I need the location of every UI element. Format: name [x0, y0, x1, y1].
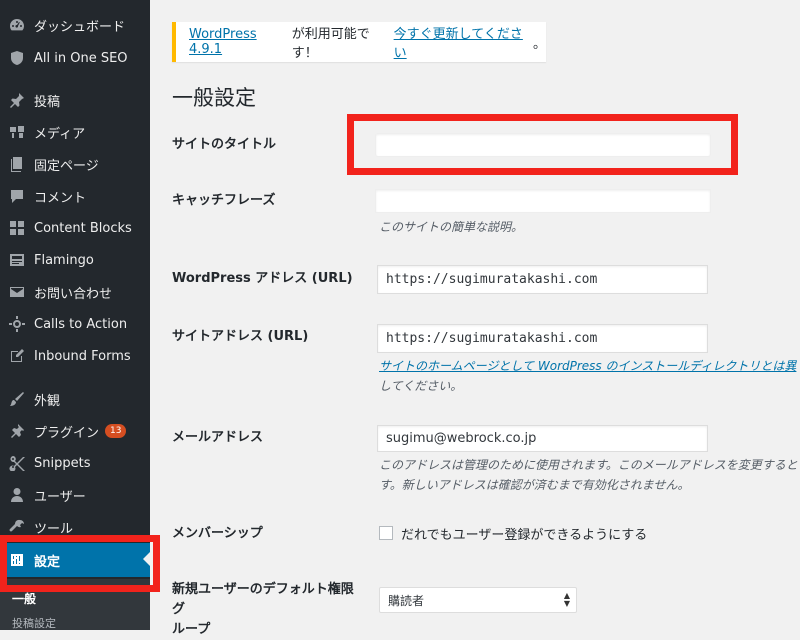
- update-notice: WordPress 4.9.1 が利用可能です！ 今すぐ更新してください 。: [172, 22, 546, 62]
- sidebar-item-label: 外観: [34, 393, 61, 409]
- sidebar-item-label: Calls to Action: [34, 316, 128, 332]
- membership-checkbox[interactable]: [379, 526, 393, 540]
- media-icon: [8, 123, 26, 141]
- tagline-description: このサイトの簡単な説明。: [379, 220, 524, 234]
- flamingo-icon: [8, 251, 26, 269]
- site-address-input[interactable]: https://sugimuratakashi.com: [377, 324, 708, 353]
- shield-icon: [8, 49, 26, 67]
- site-title-input[interactable]: [375, 133, 711, 157]
- mail-icon: [8, 283, 26, 301]
- user-icon: [8, 486, 26, 504]
- sidebar-item-label: Inbound Forms: [34, 348, 131, 364]
- version-link[interactable]: WordPress 4.9.1: [189, 27, 292, 57]
- submenu-item-general[interactable]: 一般: [12, 590, 36, 607]
- site-address-help-link[interactable]: サイトのホームページとして WordPress のインストールディレクトリとは異: [379, 359, 796, 373]
- sidebar-item-label: 設定: [34, 554, 61, 570]
- wp-address-label: WordPress アドレス (URL): [172, 271, 353, 286]
- sidebar-item-label: 投稿: [34, 94, 61, 110]
- sidebar-item-posts[interactable]: 投稿: [0, 84, 150, 116]
- sidebar-item-label: Content Blocks: [34, 220, 132, 236]
- sidebar-item-label: メディア: [34, 126, 86, 142]
- default-role-label: 新規ユーザーのデフォルト権限グ ループ: [172, 580, 362, 640]
- brush-icon: [8, 390, 26, 408]
- sidebar-item-label: 固定ページ: [34, 158, 99, 174]
- page-title: 一般設定: [172, 86, 256, 110]
- sidebar-item-flamingo[interactable]: Flamingo: [0, 244, 150, 276]
- site-title-label: サイトのタイトル: [172, 137, 277, 152]
- email-description-line2: す。新しいアドレスは確認が済むまで有効化されません。: [379, 478, 690, 492]
- sidebar-item-label: ダッシュボード: [34, 19, 126, 35]
- page-icon: [8, 155, 26, 173]
- default-role-selected: 購読者: [388, 593, 425, 608]
- sidebar-item-pages[interactable]: 固定ページ: [0, 148, 150, 180]
- sidebar-item-contact[interactable]: お問い合わせ: [0, 276, 150, 308]
- membership-label: メンバーシップ: [172, 526, 263, 541]
- plugin-icon: [8, 422, 26, 440]
- sidebar-item-label: All in One SEO: [34, 50, 128, 66]
- sidebar-item-inbound-forms[interactable]: Inbound Forms: [0, 340, 150, 372]
- sidebar-item-all-in-one-seo[interactable]: All in One SEO: [0, 42, 150, 74]
- sidebar-item-label: ツール: [34, 521, 74, 537]
- plugin-update-badge: 13: [105, 424, 127, 438]
- sidebar-item-label: ユーザー: [34, 489, 86, 505]
- sidebar-item-label: コメント: [34, 190, 87, 206]
- notice-end: 。: [532, 36, 546, 52]
- sidebar-item-media[interactable]: メディア: [0, 116, 150, 148]
- sidebar-item-settings[interactable]: 設定: [0, 543, 150, 577]
- sidebar-item-plugins[interactable]: プラグイン 13: [0, 415, 150, 447]
- sidebar-item-content-blocks[interactable]: Content Blocks: [0, 212, 150, 244]
- site-address-description: サイトのホームページとして WordPress のインストールディレクトリとは異: [379, 356, 796, 376]
- wp-address-input[interactable]: https://sugimuratakashi.com: [377, 265, 708, 294]
- tagline-label: キャッチフレーズ: [172, 193, 276, 208]
- email-description-line1: このアドレスは管理のために使用されます。このメールアドレスを変更すると: [379, 458, 798, 472]
- comment-icon: [8, 187, 26, 205]
- default-role-label-line1: 新規ユーザーのデフォルト権限グ: [172, 582, 354, 617]
- settings-icon: [8, 551, 26, 569]
- edit-icon: [8, 347, 26, 365]
- sidebar-item-label: お問い合わせ: [34, 286, 113, 302]
- sidebar-item-label: Snippets: [34, 455, 91, 471]
- wrench-icon: [8, 518, 26, 536]
- sidebar-item-tools[interactable]: ツール: [0, 511, 150, 543]
- admin-sidebar: ダッシュボード All in One SEO 投稿 メディア 固定ページ コメン…: [0, 0, 150, 630]
- select-arrows-icon: ▲ ▼: [563, 591, 570, 608]
- sidebar-item-comments[interactable]: コメント: [0, 180, 150, 212]
- grid-icon: [8, 219, 26, 237]
- default-role-select[interactable]: 購読者 ▲ ▼: [379, 587, 577, 613]
- site-address-description-cont: してください。: [379, 379, 463, 393]
- scissors-icon: [8, 454, 26, 472]
- sidebar-item-calls-to-action[interactable]: Calls to Action: [0, 308, 150, 340]
- update-now-link[interactable]: 今すぐ更新してください: [394, 23, 533, 61]
- email-input[interactable]: sugimu@webrock.co.jp: [377, 425, 708, 452]
- notice-text: が利用可能です！: [291, 27, 370, 61]
- settings-submenu: 一般 投稿設定: [0, 579, 150, 630]
- pin-icon: [8, 91, 26, 109]
- submenu-item-writing[interactable]: 投稿設定: [12, 615, 56, 631]
- sidebar-item-label: プラグイン: [34, 425, 100, 441]
- sidebar-item-users[interactable]: ユーザー: [0, 479, 150, 511]
- crosshair-icon: [8, 315, 26, 333]
- sidebar-item-label: Flamingo: [34, 252, 94, 268]
- sidebar-item-snippets[interactable]: Snippets: [0, 447, 150, 479]
- dashboard-icon: [8, 16, 26, 34]
- default-role-label-line2: ループ: [172, 622, 211, 637]
- active-indicator-arrow: [143, 552, 150, 566]
- email-label: メールアドレス: [172, 430, 264, 445]
- sidebar-item-appearance[interactable]: 外観: [0, 383, 150, 415]
- site-address-label: サイトアドレス (URL): [172, 329, 309, 344]
- sidebar-item-dashboard[interactable]: ダッシュボード: [0, 9, 150, 41]
- tagline-input[interactable]: [375, 189, 711, 213]
- membership-checkbox-label[interactable]: だれでもユーザー登録ができるようにする: [401, 524, 647, 543]
